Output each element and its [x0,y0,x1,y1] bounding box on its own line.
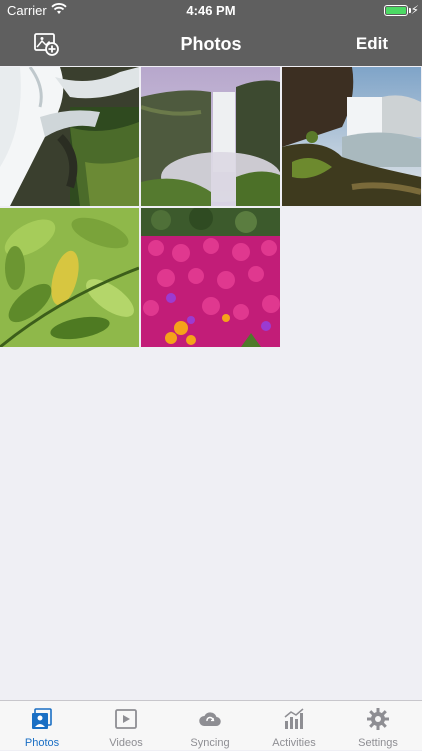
pink-flowers-image [141,208,280,347]
tab-settings[interactable]: Settings [336,701,420,751]
tab-activities[interactable]: Activities [252,701,336,751]
waterfall-misty-cliff-image [141,67,280,206]
navigation-bar: Photos Edit [0,22,422,66]
photo-thumbnail-pink-flowers[interactable] [141,208,280,347]
tab-photos[interactable]: Photos [0,701,84,751]
status-bar: Carrier 4:46 PM ⚡ [0,0,422,22]
videos-icon [115,709,137,729]
charging-icon: ⚡ [410,3,419,17]
tab-label: Syncing [190,737,230,749]
tab-label: Settings [358,737,398,749]
waterfall-closeup-image [0,67,139,206]
waterfall-coast-image [282,67,421,206]
chart-icon [284,708,304,729]
green-leaves-image [0,208,139,347]
tab-bar: Photos Videos Syncing Activities Setting… [0,700,422,750]
photo-thumbnail-waterfall-closeup[interactable] [0,67,139,206]
tab-syncing[interactable]: Syncing [168,701,252,751]
tab-label: Videos [109,737,143,749]
status-time: 4:46 PM [186,3,236,18]
gear-icon [367,708,389,730]
photo-thumbnail-waterfall-coast[interactable] [282,67,421,206]
tab-videos[interactable]: Videos [84,701,168,751]
edit-button[interactable]: Edit [356,34,388,54]
cloud-sync-icon [199,712,221,727]
tab-label: Activities [272,737,316,749]
photo-thumbnail-waterfall-misty-cliff[interactable] [141,67,280,206]
photos-icon [32,708,52,729]
tab-label: Photos [24,737,60,749]
battery-icon [384,5,408,16]
photo-thumbnail-green-leaves[interactable] [0,208,139,347]
